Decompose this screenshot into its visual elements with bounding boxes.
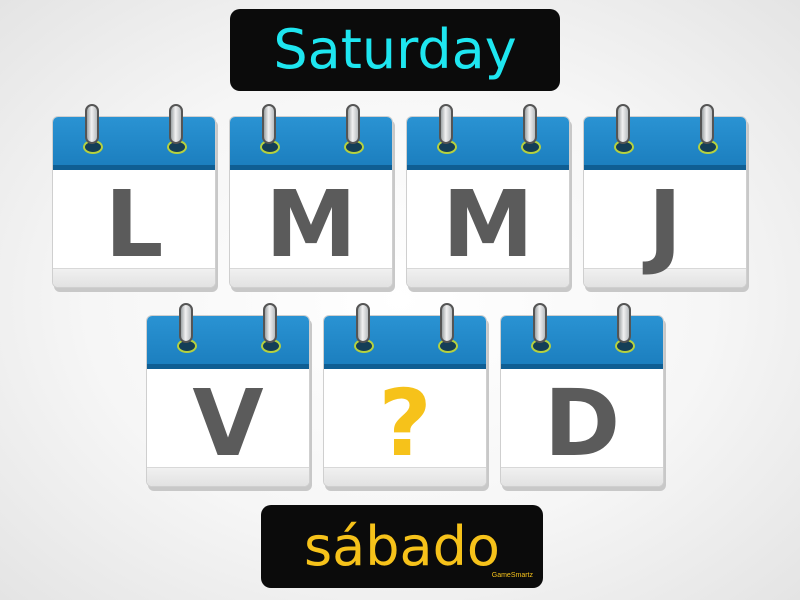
calendar-card: J bbox=[583, 104, 749, 295]
binder-ring-icon bbox=[263, 303, 277, 343]
calendar-header bbox=[501, 316, 663, 369]
calendar-card: M bbox=[229, 104, 395, 295]
calendar-header bbox=[584, 117, 746, 170]
binder-ring-icon bbox=[440, 303, 454, 343]
watermark: GameSmartz bbox=[491, 572, 533, 579]
answer-label: sábado GameSmartz bbox=[261, 505, 543, 588]
weekday-letter: L bbox=[104, 170, 164, 278]
calendar-card: D bbox=[500, 303, 666, 494]
weekday-letter: M bbox=[265, 170, 357, 278]
binder-ring-icon bbox=[617, 303, 631, 343]
binder-ring-icon bbox=[700, 104, 714, 144]
binder-ring-icon bbox=[356, 303, 370, 343]
calendar-header bbox=[147, 316, 309, 369]
binder-ring-icon bbox=[85, 104, 99, 144]
weekday-letter: V bbox=[192, 369, 264, 477]
calendar-card: L bbox=[52, 104, 218, 295]
binder-ring-icon bbox=[346, 104, 360, 144]
binder-ring-icon bbox=[533, 303, 547, 343]
binder-ring-icon bbox=[262, 104, 276, 144]
calendar-header bbox=[407, 117, 569, 170]
binder-ring-icon bbox=[179, 303, 193, 343]
calendar-header bbox=[324, 316, 486, 369]
binder-ring-icon bbox=[523, 104, 537, 144]
weekday-letter: ? bbox=[378, 369, 432, 477]
english-word: Saturday bbox=[273, 18, 517, 81]
calendar-header bbox=[53, 117, 215, 170]
weekday-letter: D bbox=[543, 369, 621, 477]
binder-ring-icon bbox=[169, 104, 183, 144]
calendar-card: V bbox=[146, 303, 312, 494]
calendar-header bbox=[230, 117, 392, 170]
weekday-letter: M bbox=[442, 170, 534, 278]
weekday-letter: J bbox=[647, 170, 683, 278]
calendar-card: ? bbox=[323, 303, 489, 494]
calendar-card: M bbox=[406, 104, 572, 295]
title-label: Saturday bbox=[230, 9, 560, 91]
binder-ring-icon bbox=[439, 104, 453, 144]
binder-ring-icon bbox=[616, 104, 630, 144]
spanish-word: sábado bbox=[304, 514, 500, 578]
